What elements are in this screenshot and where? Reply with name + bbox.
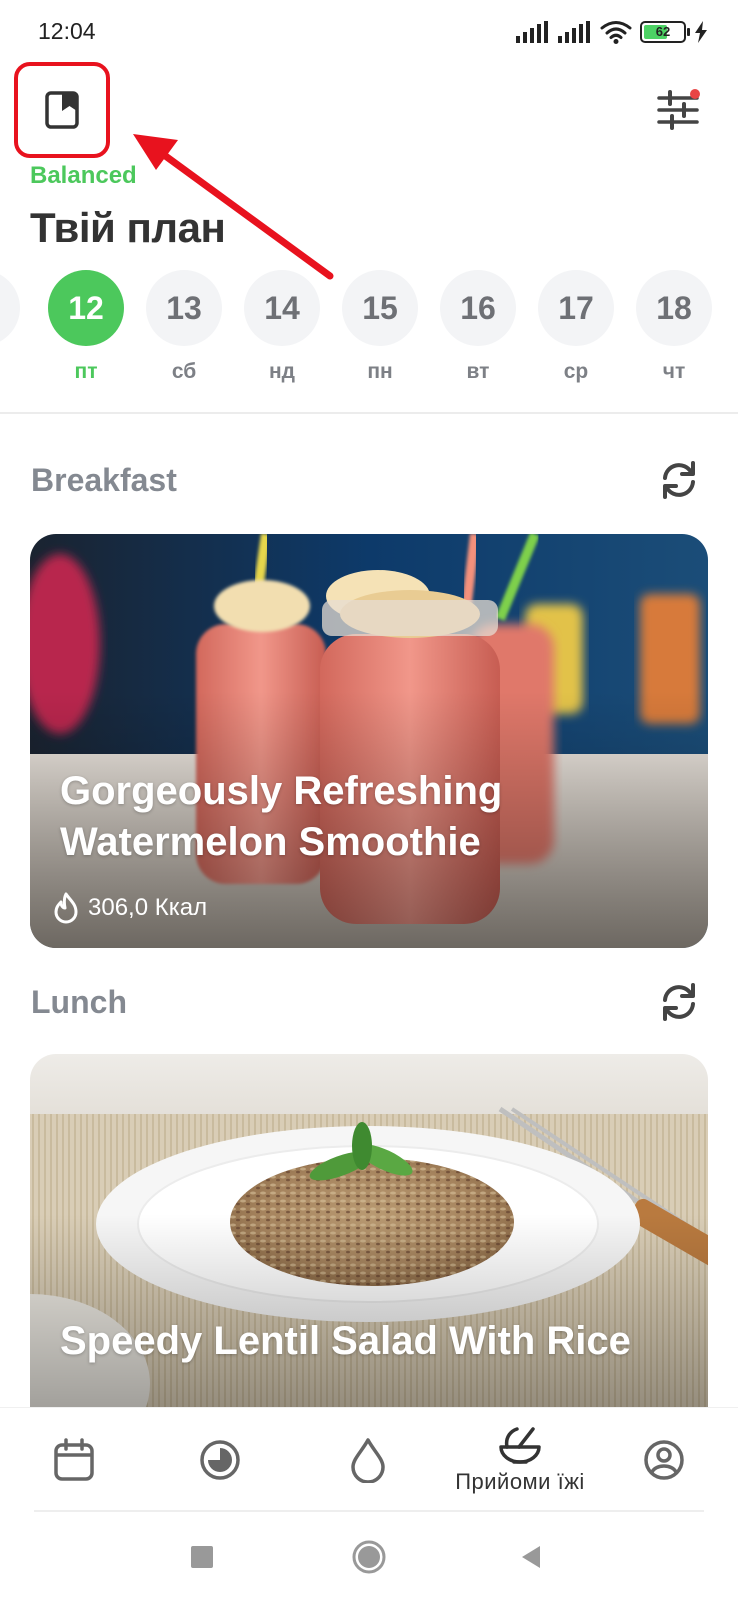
nav-item-water[interactable] bbox=[336, 1408, 400, 1512]
meal-section-title: Breakfast bbox=[31, 462, 177, 498]
day-number: 13 bbox=[146, 270, 222, 346]
day-number: 11 bbox=[0, 270, 20, 346]
battery-icon: 62 bbox=[640, 21, 690, 43]
refresh-button[interactable] bbox=[657, 458, 701, 502]
day-weekday: пт bbox=[74, 360, 98, 383]
day-number: 14 bbox=[244, 270, 320, 346]
day-item[interactable]: 13 сб bbox=[146, 270, 222, 384]
meal-section-title: Lunch bbox=[31, 984, 127, 1020]
refresh-icon bbox=[663, 461, 695, 499]
day-weekday: чт bbox=[662, 360, 686, 383]
day-weekday: чт bbox=[0, 360, 20, 384]
day-item-selected[interactable]: 12 пт bbox=[48, 270, 124, 384]
water-drop-icon bbox=[351, 1438, 385, 1483]
recent-apps-button[interactable] bbox=[177, 1532, 227, 1582]
recipe-card-breakfast[interactable]: Gorgeously Refreshing Watermelon Smoothi… bbox=[30, 534, 708, 948]
day-selector: 11 чт 12 пт 13 сб 14 нд 15 пн 16 вт 17 с… bbox=[0, 270, 738, 400]
back-button[interactable] bbox=[506, 1532, 556, 1582]
notification-dot bbox=[690, 89, 700, 99]
nav-label-meals: Прийоми їжі bbox=[455, 1469, 585, 1494]
day-number: 15 bbox=[342, 270, 418, 346]
refresh-button[interactable] bbox=[657, 980, 701, 1024]
status-bar: 12:04 62 bbox=[0, 0, 738, 64]
bottom-navigation: Прийоми їжі bbox=[0, 1407, 738, 1511]
nav-item-meals[interactable]: Прийоми їжі bbox=[440, 1408, 600, 1512]
day-weekday: сб bbox=[171, 360, 197, 383]
flame-icon bbox=[54, 892, 78, 924]
calories-info: 306,0 Ккал bbox=[52, 892, 207, 924]
calendar-icon bbox=[54, 1438, 94, 1481]
calories-value: 306,0 Ккал bbox=[88, 894, 208, 921]
filter-button[interactable] bbox=[656, 88, 700, 132]
day-weekday: вт bbox=[466, 360, 490, 383]
meal-bowl-icon bbox=[499, 1427, 541, 1464]
nav-item-calendar[interactable] bbox=[42, 1408, 106, 1512]
recipe-title: Gorgeously Refreshing Watermelon Smoothi… bbox=[60, 769, 503, 864]
day-number: 17 bbox=[538, 270, 614, 346]
day-weekday: ср bbox=[563, 360, 589, 383]
plan-type-label: Balanced bbox=[30, 162, 137, 189]
charging-icon bbox=[695, 21, 707, 43]
meal-header-breakfast: Breakfast bbox=[31, 458, 711, 508]
day-item[interactable]: 15 пн bbox=[342, 270, 418, 384]
profile-icon bbox=[644, 1440, 684, 1480]
wifi-icon bbox=[600, 21, 632, 44]
day-number: 18 bbox=[636, 270, 712, 346]
filter-sliders-icon bbox=[657, 89, 700, 130]
signal-icon bbox=[558, 21, 590, 43]
progress-pie-icon bbox=[200, 1440, 240, 1480]
square-icon bbox=[191, 1546, 213, 1568]
day-item[interactable]: 11 чт bbox=[0, 270, 20, 384]
page-title: Твій план bbox=[30, 204, 226, 251]
status-icons: 62 bbox=[516, 16, 708, 48]
book-icon bbox=[45, 91, 79, 129]
day-item[interactable]: 14 нд bbox=[244, 270, 320, 384]
battery-level: 62 bbox=[655, 24, 671, 39]
nav-item-progress[interactable] bbox=[188, 1408, 252, 1512]
day-number: 16 bbox=[440, 270, 516, 346]
status-time: 12:04 bbox=[38, 18, 96, 44]
triangle-back-icon bbox=[522, 1546, 540, 1568]
day-number: 12 bbox=[48, 270, 124, 346]
day-item[interactable]: 17 ср bbox=[538, 270, 614, 384]
day-weekday: пн bbox=[367, 360, 393, 383]
section-divider bbox=[0, 412, 738, 414]
meal-header-lunch: Lunch bbox=[31, 980, 711, 1030]
day-weekday: нд bbox=[268, 360, 295, 383]
system-navigation bbox=[0, 1512, 738, 1600]
day-item[interactable]: 16 вт bbox=[440, 270, 516, 384]
day-item[interactable]: 18 чт bbox=[636, 270, 712, 384]
signal-icon bbox=[516, 21, 548, 43]
home-button[interactable] bbox=[344, 1532, 394, 1582]
my-plan-button[interactable] bbox=[14, 62, 110, 158]
nav-item-profile[interactable] bbox=[632, 1408, 696, 1512]
refresh-icon bbox=[663, 983, 695, 1021]
circle-icon bbox=[352, 1540, 386, 1574]
recipe-title: Speedy Lentil Salad With Rice bbox=[60, 1319, 631, 1363]
